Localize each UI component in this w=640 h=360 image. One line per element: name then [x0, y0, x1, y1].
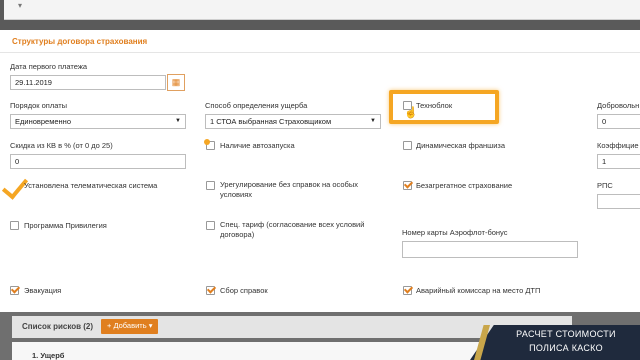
risk-row-label: 1. Ущерб: [32, 351, 65, 360]
chevron-down-icon: ▼: [370, 118, 376, 124]
first-payment-date-input[interactable]: 29.11.2019: [10, 75, 166, 90]
banner-line-1: РАСЧЕТ СТОИМОСТИ: [516, 329, 616, 339]
coefficient-input[interactable]: 1: [597, 154, 640, 169]
damage-method-select[interactable]: 1 СТОА выбранная Страховщиком ▼: [205, 114, 381, 129]
special-tariff-label: Спец. тариф (согласование всех условий д…: [220, 220, 365, 239]
add-risk-button[interactable]: + Добавить ▾: [101, 319, 159, 334]
special-tariff-checkbox[interactable]: [206, 221, 215, 230]
coefficient-label: Коэффицие: [597, 141, 639, 150]
banner-line-2: ПОЛИСА КАСКО: [529, 343, 603, 353]
first-payment-date-label: Дата первого платежа: [10, 62, 88, 71]
payment-order-label: Порядок оплаты: [10, 101, 68, 110]
aeroflot-card-input[interactable]: [402, 241, 578, 258]
evacuation-label: Эвакуация: [24, 286, 62, 295]
video-caption-banner: РАСЧЕТ СТОИМОСТИ ПОЛИСА КАСКО: [470, 325, 640, 360]
cursor-dot-icon: [204, 139, 210, 145]
hand-cursor-icon: ☝: [404, 107, 418, 119]
emergency-commissioner-label: Аварийный комиссар на место ДТП: [416, 286, 541, 295]
discount-kv-label: Скидка из КВ в % (от 0 до 25): [10, 141, 113, 150]
deductible-label: Добровольн: [597, 101, 640, 110]
calendar-icon[interactable]: ▦: [167, 74, 185, 91]
settlement-no-docs-checkbox[interactable]: [206, 181, 215, 190]
evacuation-checkbox[interactable]: [10, 286, 19, 295]
telematics-label: Установлена телематическая система: [24, 181, 158, 190]
docs-collection-checkbox[interactable]: [206, 286, 215, 295]
non-aggregate-label: Безагрегатное страхование: [416, 181, 513, 190]
panel-title: Структуры договора страхования: [12, 37, 148, 46]
docs-collection-label: Сбор справок: [220, 286, 268, 295]
damage-method-value: 1 СТОА выбранная Страховщиком: [210, 117, 332, 126]
chevron-down-icon: ▼: [175, 118, 181, 124]
contract-structure-panel: Структуры договора страхования: [0, 30, 640, 312]
aeroflot-card-label: Номер карты Аэрофлот-бонус: [402, 228, 508, 237]
dynamic-franchise-label: Динамическая франшиза: [416, 141, 505, 150]
non-aggregate-checkbox[interactable]: [403, 181, 412, 190]
chevron-down-icon[interactable]: ▾: [18, 1, 22, 10]
privilege-program-label: Программа Привилегия: [24, 221, 107, 230]
privilege-program-checkbox[interactable]: [10, 221, 19, 230]
divider: [0, 52, 640, 53]
rps-input[interactable]: [597, 194, 640, 209]
top-dropdown-strip[interactable]: ▾: [4, 0, 640, 20]
deductible-input[interactable]: 0: [597, 114, 640, 129]
settlement-no-docs-label: Урегулирование без справок на особых усл…: [220, 180, 358, 199]
payment-order-select[interactable]: Единовременно ▼: [10, 114, 186, 129]
discount-kv-input[interactable]: 0: [10, 154, 186, 169]
dynamic-franchise-checkbox[interactable]: [403, 141, 412, 150]
risk-list-title: Список рисков (2): [22, 322, 94, 331]
rps-label: РПС: [597, 181, 613, 190]
top-bar: ▾: [0, 0, 640, 30]
emergency-commissioner-checkbox[interactable]: [403, 286, 412, 295]
damage-method-label: Способ определения ущерба: [205, 101, 308, 110]
autostart-label: Наличие автозапуска: [220, 141, 295, 150]
payment-order-value: Единовременно: [15, 117, 71, 126]
